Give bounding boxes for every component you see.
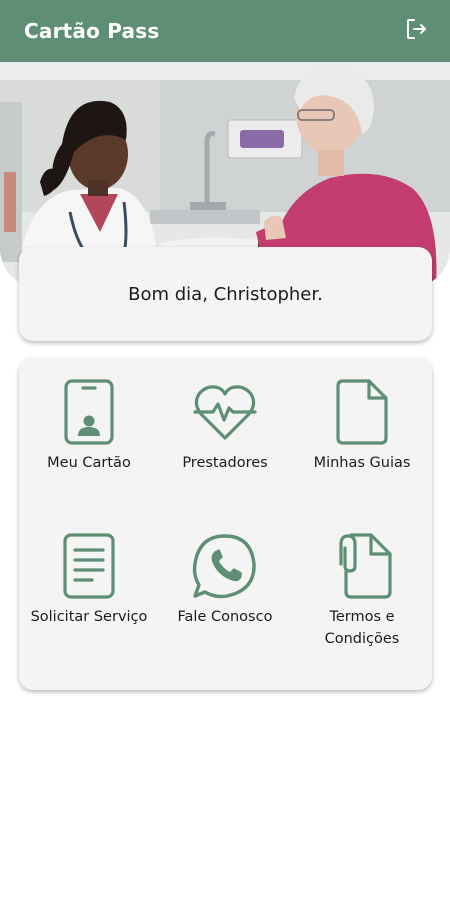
- menu-grid: Meu Cartão Prestadores Minhas Guias Soli…: [19, 358, 432, 690]
- form-icon: [62, 532, 116, 600]
- app-bar: Cartão Pass: [0, 0, 450, 62]
- menu-item-prestadores[interactable]: Prestadores: [155, 378, 295, 474]
- logout-button[interactable]: [402, 17, 430, 45]
- id-card-icon: [63, 378, 115, 446]
- menu-item-termos-condicoes[interactable]: Termos e Condições: [292, 532, 432, 650]
- menu-item-label: Termos e Condições: [324, 609, 400, 647]
- document-icon: [335, 378, 389, 446]
- menu-item-label: Solicitar Serviço: [30, 609, 148, 625]
- menu-item-label: Minhas Guias: [313, 455, 411, 471]
- greeting-card: Bom dia, Christopher.: [19, 247, 432, 341]
- logout-icon: [404, 17, 428, 45]
- menu-item-meu-cartao[interactable]: Meu Cartão: [19, 378, 159, 474]
- menu-item-solicitar-servico[interactable]: Solicitar Serviço: [19, 532, 159, 628]
- menu-item-minhas-guias[interactable]: Minhas Guias: [292, 378, 432, 474]
- app-title: Cartão Pass: [24, 19, 160, 43]
- attachment-document-icon: [331, 532, 393, 600]
- whatsapp-icon: [191, 532, 259, 600]
- menu-item-label: Prestadores: [182, 455, 268, 471]
- menu-item-fale-conosco[interactable]: Fale Conosco: [155, 532, 295, 628]
- heart-pulse-icon: [191, 378, 259, 446]
- menu-item-label: Meu Cartão: [47, 455, 131, 471]
- greeting-text: Bom dia, Christopher.: [128, 283, 323, 305]
- menu-item-label: Fale Conosco: [177, 609, 273, 625]
